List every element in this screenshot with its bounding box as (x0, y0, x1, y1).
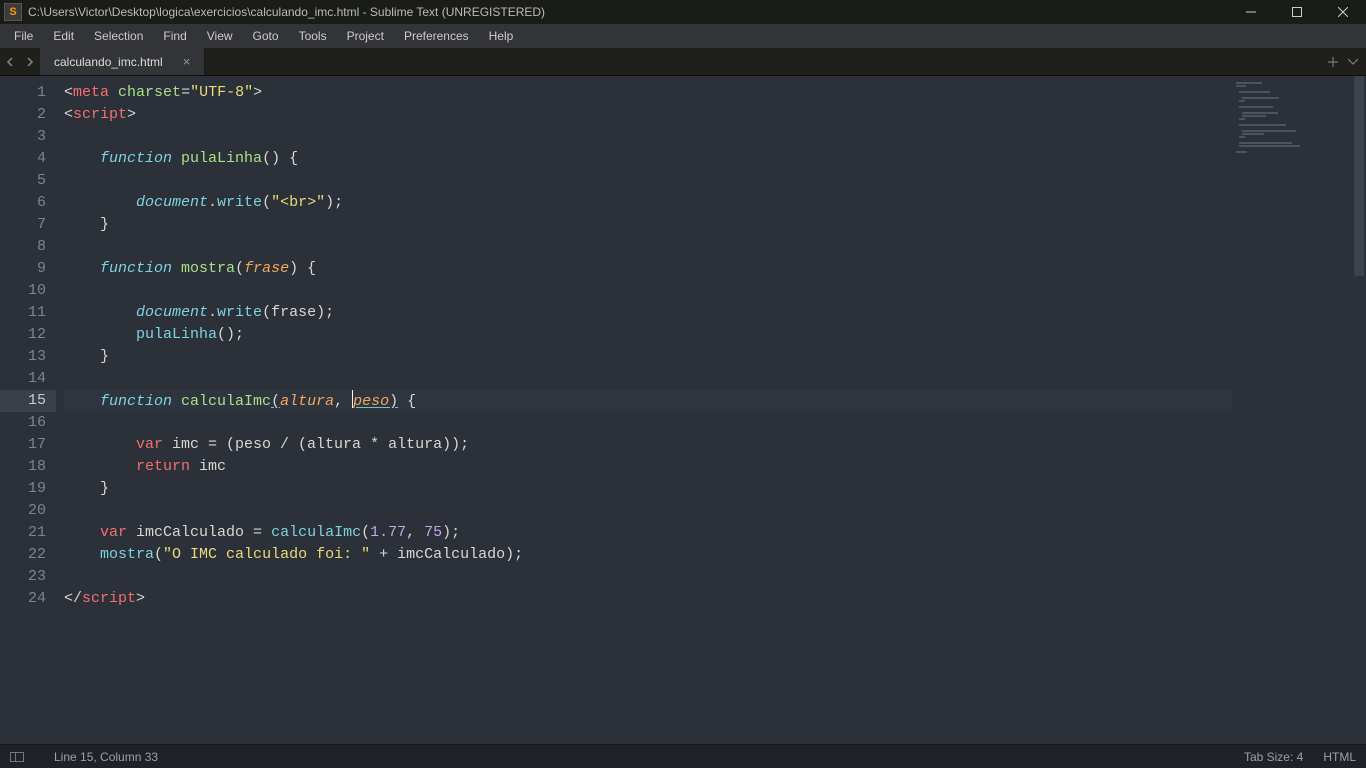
menu-view[interactable]: View (197, 26, 243, 46)
menu-find[interactable]: Find (153, 26, 196, 46)
line-number: 10 (0, 280, 46, 302)
menu-preferences[interactable]: Preferences (394, 26, 479, 46)
code-line[interactable]: function pulaLinha() { (64, 148, 1232, 170)
code-line[interactable]: function mostra(frase) { (64, 258, 1232, 280)
menu-tools[interactable]: Tools (289, 26, 337, 46)
code-line[interactable]: var imcCalculado = calculaImc(1.77, 75); (64, 522, 1232, 544)
tab-dropdown-button[interactable] (1348, 59, 1358, 65)
menu-file[interactable]: File (4, 26, 43, 46)
minimize-icon (1246, 7, 1256, 17)
status-cursor-position[interactable]: Line 15, Column 33 (54, 750, 158, 764)
code-line[interactable] (64, 566, 1232, 588)
status-syntax[interactable]: HTML (1323, 750, 1356, 764)
line-number: 17 (0, 434, 46, 456)
code-line[interactable] (64, 126, 1232, 148)
tab-active[interactable]: calculando_imc.html × (40, 48, 205, 75)
code-line[interactable] (64, 236, 1232, 258)
line-number: 8 (0, 236, 46, 258)
line-number: 22 (0, 544, 46, 566)
code-line[interactable]: } (64, 478, 1232, 500)
plus-icon (1328, 57, 1338, 67)
code-line[interactable] (64, 368, 1232, 390)
editor-area: 123456789101112131415161718192021222324 … (0, 76, 1366, 744)
minimap[interactable] (1232, 76, 1352, 744)
line-number: 11 (0, 302, 46, 324)
code-line[interactable]: document.write(frase); (64, 302, 1232, 324)
line-number: 6 (0, 192, 46, 214)
status-tab-size[interactable]: Tab Size: 4 (1244, 750, 1303, 764)
code-line[interactable]: return imc (64, 456, 1232, 478)
new-tab-button[interactable] (1328, 57, 1338, 67)
title-bar[interactable]: S C:\Users\Victor\Desktop\logica\exercic… (0, 0, 1366, 24)
line-number: 23 (0, 566, 46, 588)
app-icon: S (4, 3, 22, 21)
line-number: 19 (0, 478, 46, 500)
maximize-button[interactable] (1274, 0, 1320, 24)
menu-bar: File Edit Selection Find View Goto Tools… (0, 24, 1366, 48)
line-number: 4 (0, 148, 46, 170)
code-line[interactable] (64, 500, 1232, 522)
code-line[interactable]: document.write("<br>"); (64, 192, 1232, 214)
vertical-scrollbar[interactable] (1352, 76, 1366, 744)
line-number: 18 (0, 456, 46, 478)
tab-spacer (205, 48, 1320, 75)
menu-edit[interactable]: Edit (43, 26, 84, 46)
scrollbar-thumb[interactable] (1354, 76, 1364, 276)
menu-project[interactable]: Project (337, 26, 394, 46)
app-window: S C:\Users\Victor\Desktop\logica\exercic… (0, 0, 1366, 768)
menu-goto[interactable]: Goto (243, 26, 289, 46)
code-content[interactable]: <meta charset="UTF-8"><script> function … (56, 76, 1232, 744)
tab-nav-back[interactable] (0, 48, 20, 75)
close-icon (1338, 7, 1348, 17)
code-line[interactable]: var imc = (peso / (altura * altura)); (64, 434, 1232, 456)
tab-nav-forward[interactable] (20, 48, 40, 75)
line-number: 12 (0, 324, 46, 346)
line-number: 3 (0, 126, 46, 148)
code-line[interactable]: } (64, 214, 1232, 236)
line-number: 14 (0, 368, 46, 390)
tab-close-icon[interactable]: × (183, 54, 191, 69)
chevron-right-icon (26, 58, 34, 66)
line-number: 21 (0, 522, 46, 544)
code-line[interactable] (64, 170, 1232, 192)
line-number: 15 (0, 390, 56, 412)
status-bar: Line 15, Column 33 Tab Size: 4 HTML (0, 744, 1366, 768)
line-number: 5 (0, 170, 46, 192)
panel-toggle-icon[interactable] (10, 752, 24, 762)
code-line[interactable]: mostra("O IMC calculado foi: " + imcCalc… (64, 544, 1232, 566)
line-number: 20 (0, 500, 46, 522)
line-number-gutter[interactable]: 123456789101112131415161718192021222324 (0, 76, 56, 744)
tab-strip: calculando_imc.html × (0, 48, 1366, 76)
chevron-left-icon (6, 58, 14, 66)
window-title: C:\Users\Victor\Desktop\logica\exercicio… (28, 5, 1228, 19)
chevron-down-icon (1348, 59, 1358, 65)
tab-right-controls (1320, 48, 1366, 75)
code-line[interactable]: } (64, 346, 1232, 368)
code-line[interactable]: pulaLinha(); (64, 324, 1232, 346)
code-line[interactable]: <meta charset="UTF-8"> (64, 82, 1232, 104)
line-number: 13 (0, 346, 46, 368)
line-number: 7 (0, 214, 46, 236)
code-line[interactable] (64, 280, 1232, 302)
tab-label: calculando_imc.html (54, 55, 163, 69)
line-number: 16 (0, 412, 46, 434)
code-line[interactable]: function calculaImc(altura, peso) { (64, 390, 1232, 412)
code-line[interactable]: </script> (64, 588, 1232, 610)
close-button[interactable] (1320, 0, 1366, 24)
minimize-button[interactable] (1228, 0, 1274, 24)
code-line[interactable] (64, 412, 1232, 434)
menu-selection[interactable]: Selection (84, 26, 153, 46)
menu-help[interactable]: Help (479, 26, 524, 46)
maximize-icon (1292, 7, 1302, 17)
line-number: 1 (0, 82, 46, 104)
line-number: 24 (0, 588, 46, 610)
line-number: 2 (0, 104, 46, 126)
line-number: 9 (0, 258, 46, 280)
code-line[interactable]: <script> (64, 104, 1232, 126)
